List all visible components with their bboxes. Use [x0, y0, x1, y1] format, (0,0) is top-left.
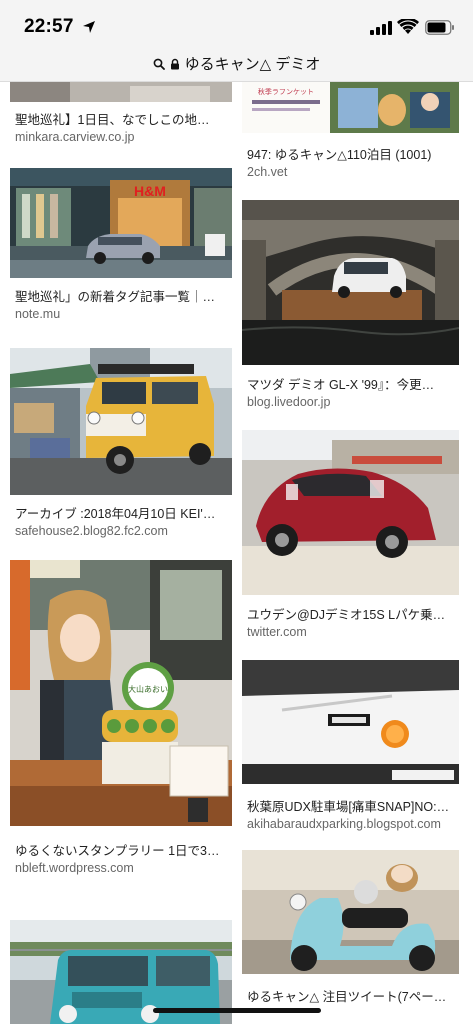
- result-title[interactable]: 聖地巡礼」の新着タグ記事一覧｜…: [15, 286, 232, 305]
- image-results-grid: 聖地巡礼】1日目、なでしこの地… minkara.carview.co.jp H…: [0, 82, 473, 1024]
- standee-badge-text: 大山あおい: [128, 684, 168, 694]
- wifi-icon: [397, 19, 419, 34]
- result-card[interactable]: ゆるキャン△ 注目ツイート(7ペー…: [237, 850, 473, 1024]
- battery-icon: [425, 20, 454, 35]
- result-title[interactable]: ゆるキャン△ 注目ツイート(7ペー…: [247, 986, 463, 1005]
- result-card[interactable]: 秋季ラフンケット 947: ゆるキャン△110泊目 (1001) 2ch.vet: [237, 82, 473, 179]
- result-domain: nbleft.wordpress.com: [15, 861, 134, 875]
- result-domain: akihabaraudxparking.blogspot.com: [247, 817, 441, 831]
- address-query: ゆるキャン△ デミオ: [184, 56, 321, 73]
- result-title[interactable]: マツダ デミオ GL-X '99』：今更…: [247, 374, 463, 393]
- result-domain: blog.livedoor.jp: [247, 395, 331, 409]
- result-card[interactable]: 聖地巡礼】1日目、なでしこの地… minkara.carview.co.jp: [0, 82, 236, 162]
- search-icon: [153, 58, 165, 70]
- result-thumbnail[interactable]: [242, 200, 459, 365]
- address-bar[interactable]: ゆるキャン△ デミオ: [0, 46, 473, 82]
- result-domain: 2ch.vet: [247, 165, 288, 179]
- result-card[interactable]: マツダ デミオ GL-X '99』：今更… blog.livedoor.jp: [237, 200, 473, 410]
- result-title[interactable]: 秋葉原UDX駐車場[痛車SNAP]NO:…: [247, 796, 463, 815]
- result-thumbnail[interactable]: [10, 82, 232, 102]
- result-card[interactable]: H&M 聖地巡礼」の新着タグ記事一覧｜… note.mu: [0, 168, 236, 328]
- result-thumbnail[interactable]: [10, 348, 232, 495]
- result-domain: minkara.carview.co.jp: [15, 130, 135, 144]
- result-thumbnail[interactable]: [242, 430, 459, 595]
- store-sign-text: H&M: [134, 183, 166, 199]
- result-title[interactable]: ゆるくないスタンプラリー 1日で3…: [15, 840, 232, 859]
- result-thumbnail[interactable]: 大山あおい: [10, 560, 232, 826]
- result-card[interactable]: ユウデン@DJデミオ15S Lパケ乗… twitter.com: [237, 430, 473, 640]
- status-bar: 22:57: [0, 0, 473, 46]
- result-card[interactable]: 大山あおい ゆるくないスタンプラリー 1日で3… nbleft.wordpres…: [0, 560, 236, 890]
- result-thumbnail[interactable]: [242, 850, 459, 974]
- location-arrow-icon: [83, 21, 95, 33]
- result-domain: safehouse2.blog82.fc2.com: [15, 524, 168, 538]
- result-title[interactable]: 聖地巡礼】1日目、なでしこの地…: [15, 109, 232, 128]
- home-indicator[interactable]: [153, 1008, 321, 1013]
- result-thumbnail[interactable]: [242, 660, 459, 784]
- result-card[interactable]: 秋葉原UDX駐車場[痛車SNAP]NO:… akihabaraudxparkin…: [237, 660, 473, 831]
- result-title[interactable]: 947: ゆるキャン△110泊目 (1001): [247, 144, 463, 163]
- result-domain: twitter.com: [247, 625, 307, 639]
- banner-text: 秋季ラフンケット: [258, 87, 314, 96]
- result-title[interactable]: アーカイブ :2018年04月10日 KEI'…: [15, 503, 232, 522]
- result-card[interactable]: アーカイブ :2018年04月10日 KEI'… safehouse2.blog…: [0, 348, 236, 538]
- result-thumbnail[interactable]: H&M: [10, 168, 232, 278]
- result-title[interactable]: ユウデン@DJデミオ15S Lパケ乗…: [247, 604, 463, 623]
- status-time: 22:57: [24, 16, 74, 37]
- cellular-signal-icon: [370, 21, 392, 35]
- result-thumbnail[interactable]: 秋季ラフンケット: [242, 82, 459, 133]
- lock-icon: [170, 58, 179, 69]
- result-domain: note.mu: [15, 307, 61, 321]
